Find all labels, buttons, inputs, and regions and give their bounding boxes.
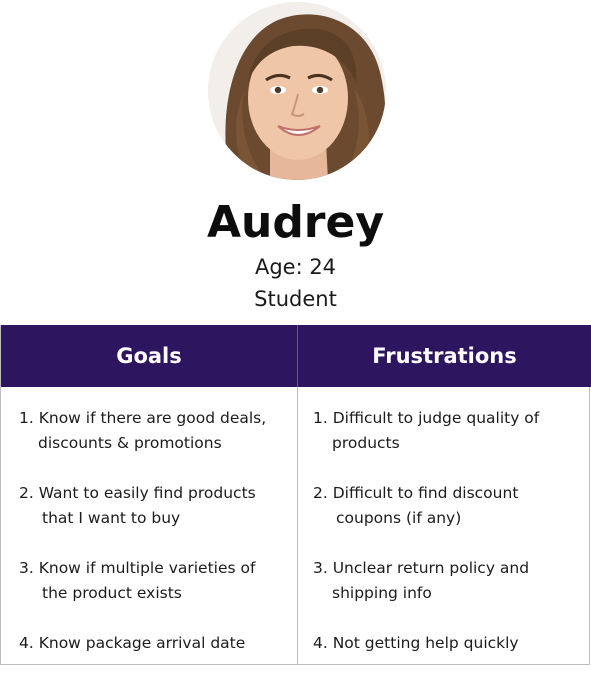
frustration-item-3-line1: 3. Unclear return policy and [313,559,530,577]
frustration-item-4: 4. Not getting help quickly [313,631,519,656]
goal-item-1-line2: discounts & promotions [38,434,222,452]
goal-item-2-line1: 2. Want to easily find products [19,484,256,502]
goal-item-1-line1: 1. Know if there are good deals, [19,409,267,427]
frustration-item-2: 2. Difficult to find discount coupons (i… [313,481,518,531]
goal-item-1: 1. Know if there are good deals, discoun… [19,406,266,456]
goal-item-4-line1: 4. Know package arrival date [19,634,246,652]
table-header: Goals Frustrations [1,325,591,387]
persona-age: Age: 24 [254,255,337,279]
goals-frustrations-table: Goals Frustrations 1. Know if there are … [0,325,591,665]
frustration-item-3-line2: shipping info [332,584,432,602]
goal-item-3-line1: 3. Know if multiple varieties of [19,559,256,577]
goal-item-3: 3. Know if multiple varieties of the pro… [19,556,255,606]
persona-avatar [208,2,386,180]
goals-header: Goals [116,344,182,368]
goal-item-2: 2. Want to easily find products that I w… [19,481,256,531]
frustration-item-1-line1: 1. Difficult to judge quality of [313,409,540,427]
frustration-item-4-line1: 4. Not getting help quickly [313,634,519,652]
frustration-item-2-line1: 2. Difficult to find discount [313,484,519,502]
goal-item-3-line2: the product exists [42,584,182,602]
frustration-item-2-line2: coupons (if any) [336,509,462,527]
goal-item-4: 4. Know package arrival date [19,631,245,656]
frustration-item-1: 1. Difficult to judge quality of product… [313,406,539,456]
avatar-portrait-image [208,2,386,180]
persona-name: Audrey [206,197,385,248]
column-divider [297,387,298,665]
frustration-item-1-line2: products [332,434,400,452]
persona-occupation: Student [254,287,337,311]
goal-item-2-line2: that I want to buy [42,509,181,527]
frustration-item-3: 3. Unclear return policy and shipping in… [313,556,529,606]
frustrations-header: Frustrations [372,344,517,368]
